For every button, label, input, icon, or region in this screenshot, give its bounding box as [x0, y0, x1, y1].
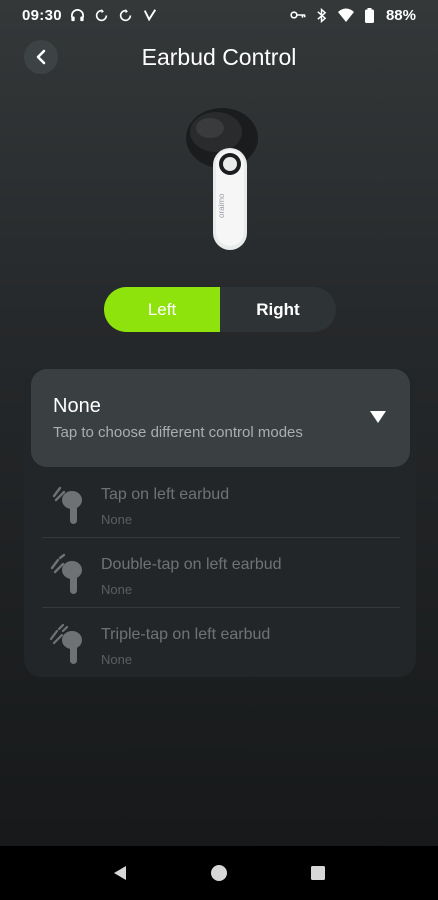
battery-percent: 88% — [385, 6, 416, 24]
double-tap-earbud-icon — [50, 553, 82, 594]
circle-home-icon — [210, 865, 227, 881]
gesture-label: Double-tap on left earbud — [101, 556, 282, 573]
tab-right[interactable]: Right — [220, 287, 336, 332]
status-right: 88% — [290, 7, 416, 24]
sync-icon — [94, 7, 110, 23]
gesture-triple-tap[interactable]: Triple-tap on left earbud None — [42, 614, 400, 684]
battery-icon — [362, 7, 378, 23]
gesture-label: Tap on left earbud — [101, 486, 230, 503]
header: Earbud Control — [0, 38, 438, 78]
dropdown-arrow-icon — [370, 411, 386, 423]
gesture-double-tap[interactable]: Double-tap on left earbud None — [42, 544, 400, 614]
gesture-value: None — [101, 652, 133, 667]
divider — [42, 537, 400, 538]
gesture-value: None — [101, 582, 133, 597]
status-left: 09:30 — [22, 7, 158, 24]
tap-earbud-icon — [52, 486, 82, 524]
wifi-icon — [337, 7, 354, 23]
headset-icon — [70, 7, 86, 23]
check-icon — [142, 7, 158, 23]
navigation-bar — [0, 846, 438, 900]
nav-recents-button[interactable] — [306, 861, 330, 885]
nav-back-button[interactable] — [108, 861, 132, 885]
key-icon — [290, 7, 306, 23]
control-mode-selector[interactable]: None Tap to choose different control mod… — [31, 369, 410, 467]
tab-left[interactable]: Left — [104, 287, 220, 332]
status-bar: 09:30 88% — [0, 0, 438, 30]
nav-home-button[interactable] — [207, 861, 231, 885]
gesture-tap[interactable]: Tap on left earbud None — [42, 474, 400, 544]
mode-description: Tap to choose different control modes — [53, 424, 303, 441]
triple-tap-earbud-icon — [49, 623, 82, 664]
page-title: Earbud Control — [141, 44, 297, 70]
sync-icon — [118, 7, 134, 23]
gesture-label: Triple-tap on left earbud — [101, 626, 271, 643]
earbud-control-screen: 09:30 88% Earbud Control oraimo Left Rig… — [0, 0, 438, 900]
divider — [42, 607, 400, 608]
side-selector: Left Right — [104, 287, 336, 332]
bluetooth-icon — [314, 7, 330, 23]
gesture-value: None — [101, 512, 133, 527]
earbud-brand: oraimo — [217, 193, 226, 218]
mode-title: None — [53, 395, 101, 417]
triangle-back-icon — [113, 866, 126, 880]
square-recents-icon — [311, 866, 326, 880]
status-time: 09:30 — [22, 6, 62, 24]
earbud-image: oraimo — [172, 100, 272, 260]
